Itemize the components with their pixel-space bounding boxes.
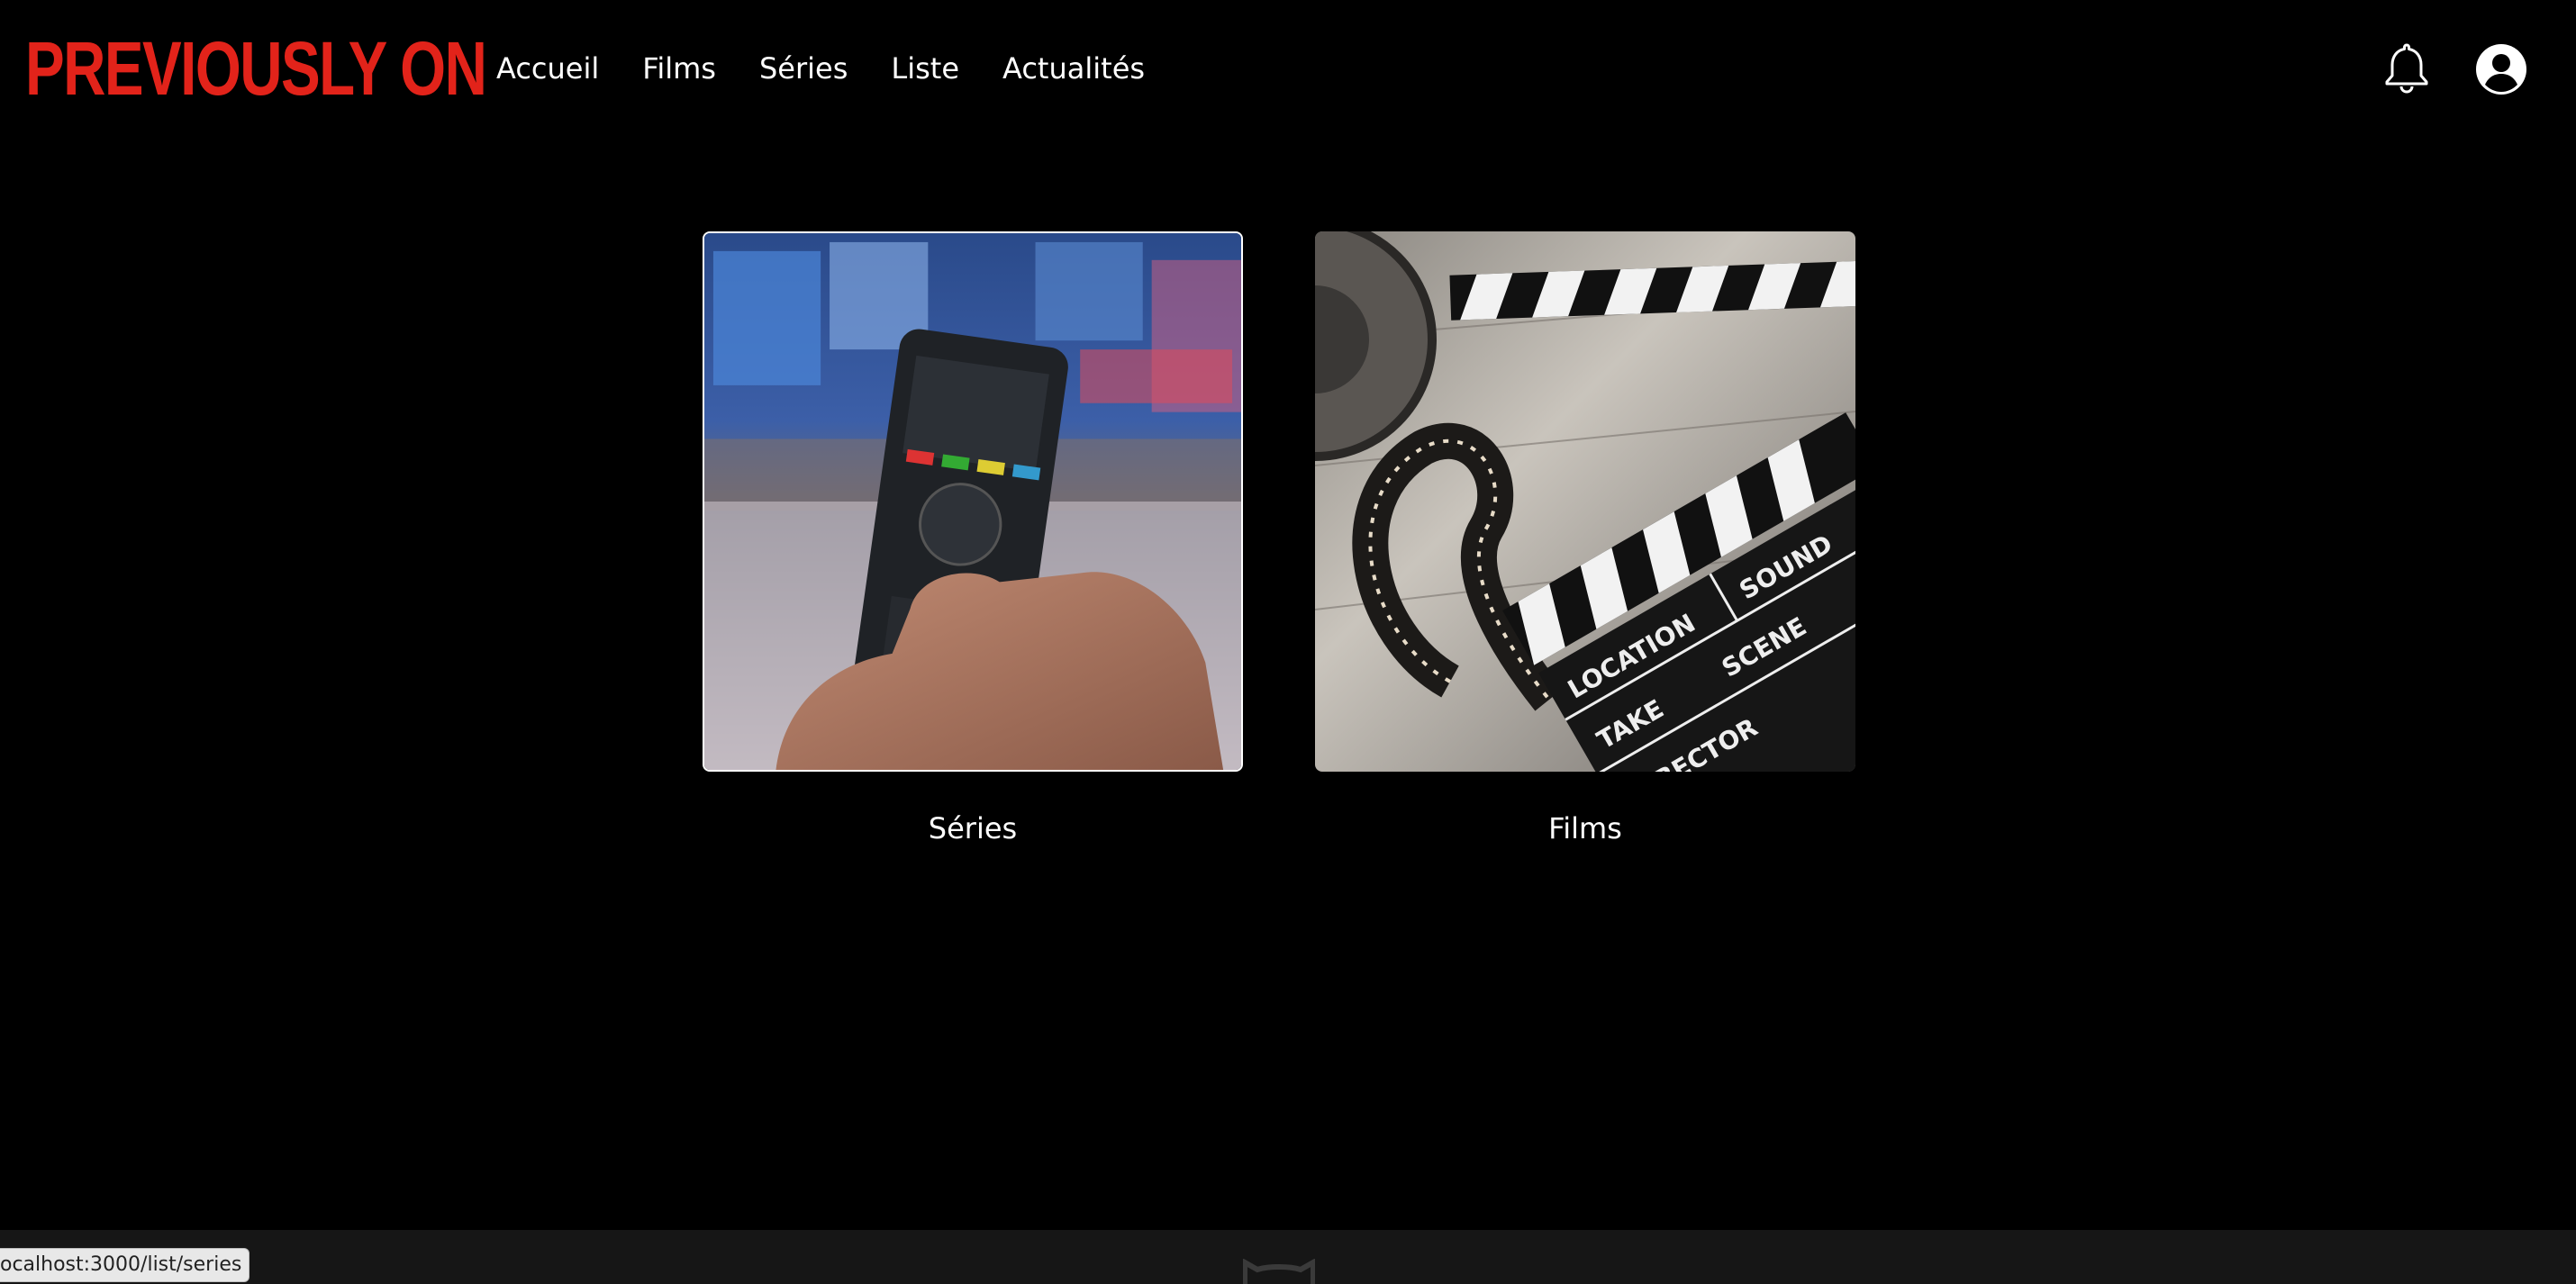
header: PREVIOUSLY ON Accueil Films Séries Liste… xyxy=(0,0,2576,137)
tv-remote-photo xyxy=(704,233,1241,770)
nav-item-series[interactable]: Séries xyxy=(759,51,848,86)
nav-item-accueil[interactable]: Accueil xyxy=(496,51,599,86)
card-series[interactable]: Séries xyxy=(703,231,1243,845)
page: PREVIOUSLY ON Accueil Films Séries Liste… xyxy=(0,0,2576,1284)
card-films[interactable]: LOCATION SOUND TAKE SCENE DIRECTOR Films xyxy=(1315,231,1855,845)
films-image[interactable]: LOCATION SOUND TAKE SCENE DIRECTOR xyxy=(1315,231,1855,772)
series-image[interactable] xyxy=(703,231,1243,772)
header-icons xyxy=(2360,40,2576,97)
series-label[interactable]: Séries xyxy=(703,811,1243,845)
account-icon[interactable] xyxy=(2475,43,2527,95)
films-label[interactable]: Films xyxy=(1315,811,1855,845)
cat-logo-icon xyxy=(1243,1259,1315,1284)
nav-item-actualites[interactable]: Actualités xyxy=(1002,51,1145,86)
clapperboard-photo: LOCATION SOUND TAKE SCENE DIRECTOR xyxy=(1315,231,1855,772)
main-nav: Accueil Films Séries Liste Actualités xyxy=(496,45,1188,92)
nav-item-liste[interactable]: Liste xyxy=(891,51,959,86)
status-url: ocalhost:3000/list/series xyxy=(0,1248,250,1282)
logo[interactable]: PREVIOUSLY ON xyxy=(25,25,487,112)
bell-icon[interactable] xyxy=(2378,40,2435,97)
nav-item-films[interactable]: Films xyxy=(642,51,716,86)
